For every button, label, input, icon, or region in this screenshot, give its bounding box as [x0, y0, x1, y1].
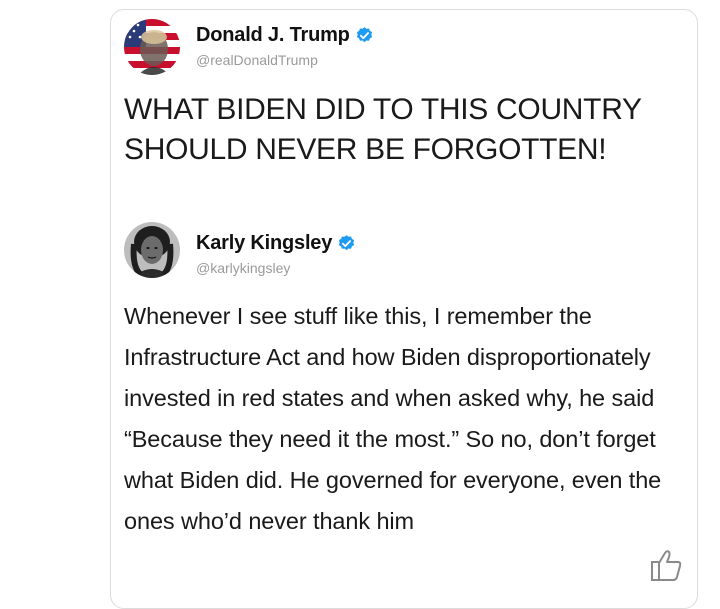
reply-name-row: Karly Kingsley: [196, 232, 356, 255]
verified-badge-icon: [337, 234, 356, 253]
thumbs-up-icon[interactable]: [648, 548, 684, 582]
tweet-text: Whenever I see stuff like this, I rememb…: [124, 303, 662, 534]
tweet-card: Donald J. Trump @realDonaldTrump WHAT BI…: [110, 9, 698, 609]
display-name[interactable]: Karly Kingsley: [196, 232, 332, 255]
handle[interactable]: @realDonaldTrump: [196, 52, 318, 68]
handle[interactable]: @karlykingsley: [196, 260, 290, 276]
trump-avatar[interactable]: [124, 19, 180, 75]
karly-avatar[interactable]: [124, 222, 180, 278]
main-name-row: Donald J. Trump: [196, 24, 374, 47]
tweet-text: WHAT BIDEN DID TO THIS COUNTRY SHOULD NE…: [124, 93, 642, 166]
verified-badge-icon: [355, 26, 374, 45]
display-name[interactable]: Donald J. Trump: [196, 24, 350, 47]
